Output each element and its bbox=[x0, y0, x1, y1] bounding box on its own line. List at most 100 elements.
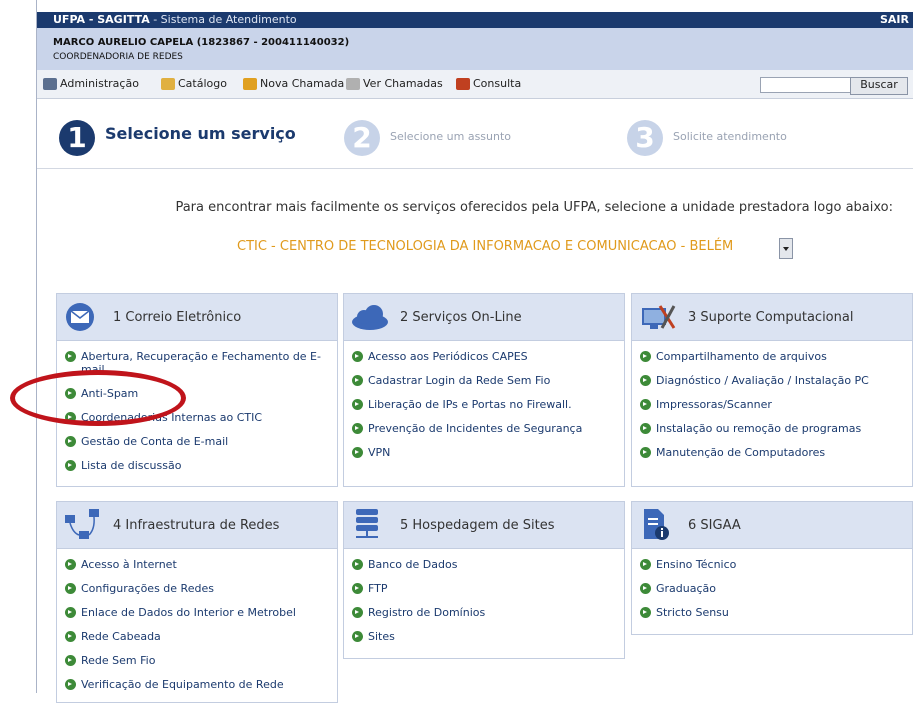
list-item[interactable]: Rede Sem Fio bbox=[65, 654, 331, 667]
menu-label: Nova Chamada bbox=[260, 77, 345, 90]
arrow-right-icon bbox=[640, 447, 651, 458]
envelope-icon bbox=[66, 303, 94, 331]
menu-administracao[interactable]: Administração bbox=[43, 76, 139, 92]
card-header: 5 Hospedagem de Sites bbox=[344, 502, 624, 549]
arrow-right-icon bbox=[352, 447, 363, 458]
card-list: Acesso aos Periódicos CAPES Cadastrar Lo… bbox=[352, 350, 618, 470]
arrow-right-icon bbox=[65, 679, 76, 690]
arrow-right-icon bbox=[65, 607, 76, 618]
step-number: 3 bbox=[627, 120, 663, 156]
arrow-right-icon bbox=[640, 423, 651, 434]
arrow-right-icon bbox=[352, 583, 363, 594]
step-label: Solicite atendimento bbox=[673, 130, 787, 143]
list-item[interactable]: Banco de Dados bbox=[352, 558, 618, 571]
admin-icon bbox=[43, 78, 57, 90]
list-item[interactable]: Stricto Sensu bbox=[640, 606, 906, 619]
list-item[interactable]: Diagnóstico / Avaliação / Instalação PC bbox=[640, 374, 906, 387]
step-label: Selecione um serviço bbox=[105, 124, 296, 143]
list-item[interactable]: Sites bbox=[352, 630, 618, 643]
menu-ver-chamadas[interactable]: Ver Chamadas bbox=[346, 76, 443, 92]
list-item[interactable]: Instalação ou remoção de programas bbox=[640, 422, 906, 435]
menu-catalogo[interactable]: Catálogo bbox=[161, 76, 227, 92]
list-item[interactable]: Anti-Spam bbox=[65, 387, 331, 400]
card-header: 2 Serviços On-Line bbox=[344, 294, 624, 341]
list-item[interactable]: Graduação bbox=[640, 582, 906, 595]
arrow-right-icon bbox=[352, 399, 363, 410]
menu-label: Consulta bbox=[473, 77, 522, 90]
list-item[interactable]: Cadastrar Login da Rede Sem Fio bbox=[352, 374, 618, 387]
list-item[interactable]: Acesso aos Periódicos CAPES bbox=[352, 350, 618, 363]
magnifier-icon bbox=[456, 78, 470, 90]
book-icon bbox=[161, 78, 175, 90]
arrow-right-icon bbox=[352, 375, 363, 386]
arrow-right-icon bbox=[65, 559, 76, 570]
arrow-right-icon bbox=[352, 559, 363, 570]
list-item[interactable]: VPN bbox=[352, 446, 618, 459]
step-number: 1 bbox=[59, 120, 95, 156]
card-title: 3 Suporte Computacional bbox=[688, 310, 854, 325]
list-item[interactable]: Verificação de Equipamento de Rede bbox=[65, 678, 331, 691]
arrow-right-icon bbox=[640, 351, 651, 362]
card-list: Ensino Técnico Graduação Stricto Sensu bbox=[640, 558, 906, 630]
card-title: 6 SIGAA bbox=[688, 518, 741, 533]
card-title: 1 Correio Eletrônico bbox=[113, 310, 242, 325]
arrow-right-icon bbox=[65, 412, 76, 423]
menu-bar: Administração Catálogo Nova Chamada Ver … bbox=[37, 70, 913, 99]
computer-tools-icon bbox=[642, 305, 676, 329]
card-hospedagem: 5 Hospedagem de Sites Banco de Dados FTP… bbox=[343, 501, 625, 659]
list-item[interactable]: Configurações de Redes bbox=[65, 582, 331, 595]
list-item[interactable]: Prevenção de Incidentes de Segurança bbox=[352, 422, 618, 435]
step-label: Selecione um assunto bbox=[390, 130, 512, 143]
card-title: 2 Serviços On-Line bbox=[400, 310, 522, 325]
step-number: 2 bbox=[344, 120, 380, 156]
list-item[interactable]: Acesso à Internet bbox=[65, 558, 331, 571]
card-sigaa: 6 SIGAA Ensino Técnico Graduação Stricto… bbox=[631, 501, 913, 635]
title-bar: UFPA - SAGITTA - Sistema de Atendimento … bbox=[37, 12, 913, 28]
arrow-right-icon bbox=[352, 423, 363, 434]
arrow-right-icon bbox=[65, 631, 76, 642]
list-item[interactable]: Manutenção de Computadores bbox=[640, 446, 906, 459]
list-item[interactable]: Impressoras/Scanner bbox=[640, 398, 906, 411]
arrow-right-icon bbox=[65, 583, 76, 594]
list-item[interactable]: Rede Cabeada bbox=[65, 630, 331, 643]
instruction-text: Para encontrar mais facilmente os serviç… bbox=[175, 200, 893, 215]
arrow-right-icon bbox=[65, 436, 76, 447]
list-item[interactable]: Coordenadorias Internas ao CTIC bbox=[65, 411, 331, 424]
arrow-right-icon bbox=[640, 399, 651, 410]
list-item[interactable]: Abertura, Recuperação e Fechamento de E-… bbox=[65, 350, 331, 376]
app-title: UFPA - SAGITTA - Sistema de Atendimento bbox=[53, 13, 297, 26]
card-title: 5 Hospedagem de Sites bbox=[400, 518, 555, 533]
search-button[interactable]: Buscar bbox=[850, 77, 908, 95]
cloud-icon bbox=[352, 305, 388, 330]
list-item[interactable]: Liberação de IPs e Portas no Firewall. bbox=[352, 398, 618, 411]
arrow-right-icon bbox=[640, 559, 651, 570]
arrow-right-icon bbox=[352, 351, 363, 362]
user-bar: MARCO AURELIO CAPELA (1823867 - 20041114… bbox=[37, 28, 913, 70]
arrow-right-icon bbox=[65, 388, 76, 399]
list-item[interactable]: Lista de discussão bbox=[65, 459, 331, 472]
search-input[interactable] bbox=[760, 77, 851, 93]
card-suporte: 3 Suporte Computacional Compartilhamento… bbox=[631, 293, 913, 487]
network-icon bbox=[65, 509, 99, 539]
list-item[interactable]: FTP bbox=[352, 582, 618, 595]
unit-select[interactable]: CTIC - CENTRO DE TECNOLOGIA DA INFORMACA… bbox=[237, 237, 733, 257]
list-item[interactable]: Compartilhamento de arquivos bbox=[640, 350, 906, 363]
trophy-icon bbox=[346, 78, 360, 90]
card-header: 3 Suporte Computacional bbox=[632, 294, 912, 341]
menu-nova-chamada[interactable]: Nova Chamada bbox=[243, 76, 344, 92]
page-margin bbox=[0, 0, 36, 693]
list-item[interactable]: Enlace de Dados do Interior e Metrobel bbox=[65, 606, 331, 619]
dropdown-arrow-icon[interactable] bbox=[779, 238, 793, 259]
list-item[interactable]: Registro de Domínios bbox=[352, 606, 618, 619]
list-item[interactable]: Ensino Técnico bbox=[640, 558, 906, 571]
arrow-right-icon bbox=[352, 607, 363, 618]
menu-consulta[interactable]: Consulta bbox=[456, 76, 521, 92]
arrow-right-icon bbox=[65, 351, 76, 362]
card-list: Banco de Dados FTP Registro de Domínios … bbox=[352, 558, 618, 654]
arrow-right-icon bbox=[640, 607, 651, 618]
card-servicos-online: 2 Serviços On-Line Acesso aos Periódicos… bbox=[343, 293, 625, 487]
exit-link[interactable]: SAIR bbox=[880, 12, 909, 28]
user-name: MARCO AURELIO CAPELA (1823867 - 20041114… bbox=[53, 37, 350, 48]
card-list: Abertura, Recuperação e Fechamento de E-… bbox=[65, 350, 331, 483]
list-item[interactable]: Gestão de Conta de E-mail bbox=[65, 435, 331, 448]
